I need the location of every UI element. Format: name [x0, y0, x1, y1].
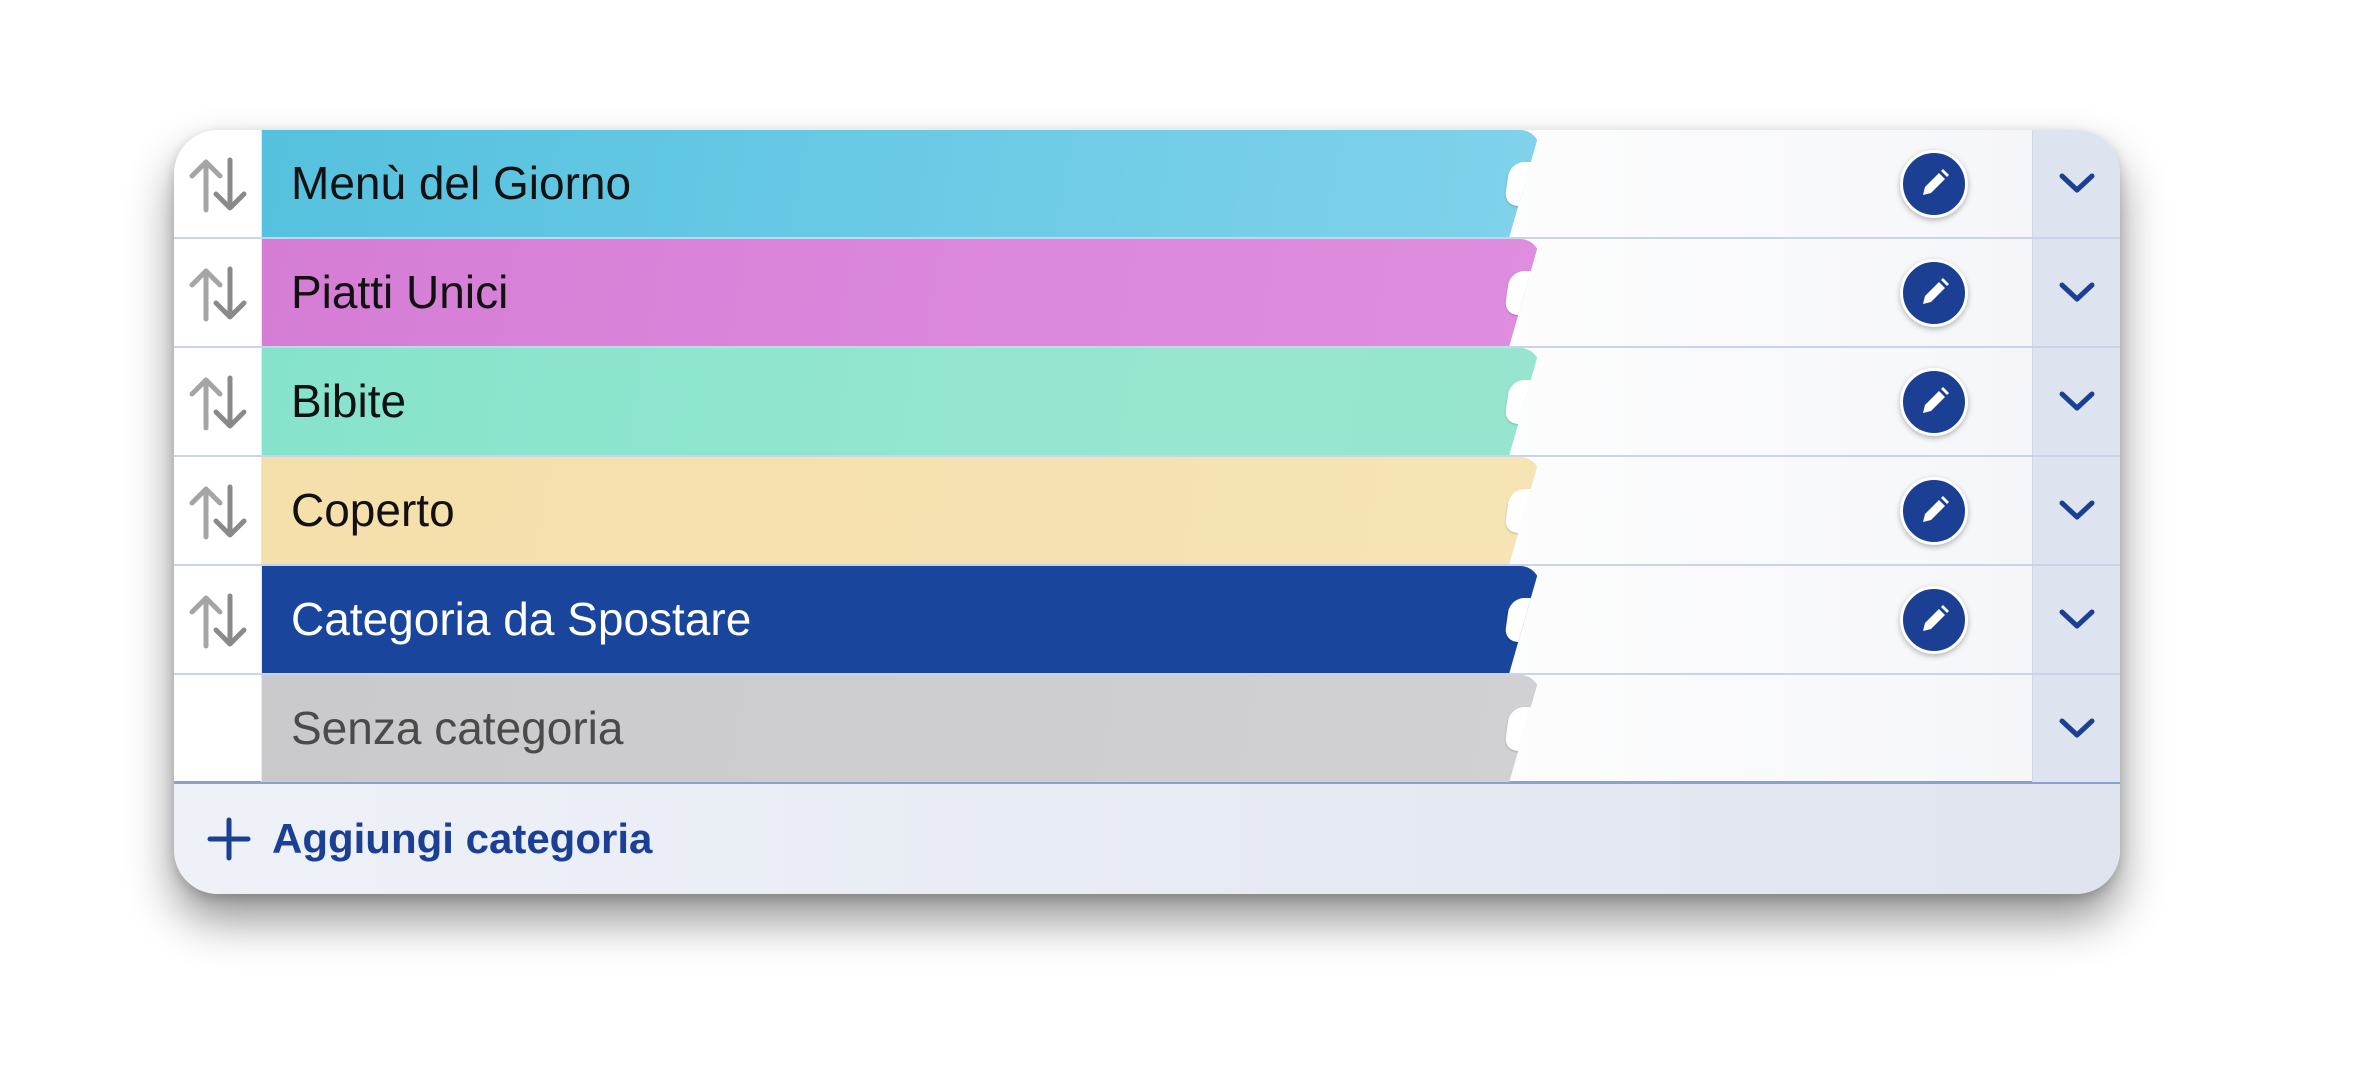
- chevron-down-icon: [2059, 391, 2095, 411]
- category-row: Categoria da Spostare 2: [174, 566, 2120, 675]
- drag-handle[interactable]: [174, 130, 262, 237]
- expand-category-button[interactable]: [2032, 457, 2120, 564]
- category-name: Menù del Giorno: [291, 157, 632, 209]
- expand-category-button[interactable]: [2032, 130, 2120, 237]
- add-category-label: Aggiungi categoria: [272, 815, 653, 862]
- item-count-badge: 2: [1503, 598, 1540, 642]
- item-count-badge: 3: [1503, 162, 1540, 206]
- item-count-badge: 4: [1503, 380, 1540, 424]
- category-band-coperto[interactable]: Coperto 2: [262, 457, 1540, 564]
- pencil-icon: [1923, 278, 1949, 304]
- category-row: Menù del Giorno 3: [174, 130, 2120, 239]
- add-category-button[interactable]: Aggiungi categoria: [206, 784, 652, 894]
- chevron-down-icon: [2059, 282, 2095, 302]
- drag-handle[interactable]: [174, 348, 262, 455]
- sort-arrows-icon: [189, 157, 247, 213]
- category-name: Piatti Unici: [291, 266, 509, 318]
- edit-category-button[interactable]: [1900, 259, 1968, 327]
- category-list-footer: Aggiungi categoria: [174, 784, 2120, 894]
- expand-category-button[interactable]: [2032, 239, 2120, 346]
- edit-category-button[interactable]: [1900, 368, 1968, 436]
- category-name: Categoria da Spostare: [291, 593, 752, 645]
- sort-arrows-icon: [189, 484, 247, 540]
- expand-category-button[interactable]: [2032, 675, 2120, 782]
- category-band-senza-categoria[interactable]: Senza categoria 2: [262, 675, 1540, 782]
- drag-handle-placeholder: [174, 675, 262, 782]
- item-count-badge: 3: [1503, 271, 1540, 315]
- category-row: Coperto 2: [174, 457, 2120, 566]
- sort-arrows-icon: [189, 375, 247, 431]
- edit-category-button[interactable]: [1900, 586, 1968, 654]
- sort-arrows-icon: [189, 593, 247, 649]
- pencil-icon: [1923, 387, 1949, 413]
- edit-category-button[interactable]: [1900, 150, 1968, 218]
- category-name: Coperto: [291, 484, 455, 536]
- category-name: Bibite: [291, 375, 407, 427]
- category-row: Piatti Unici 3: [174, 239, 2120, 348]
- chevron-down-icon: [2059, 718, 2095, 738]
- pencil-icon: [1923, 169, 1949, 195]
- category-row: Bibite 4: [174, 348, 2120, 457]
- drag-handle[interactable]: [174, 239, 262, 346]
- drag-handle[interactable]: [174, 457, 262, 564]
- sort-arrows-icon: [189, 266, 247, 322]
- pencil-icon: [1923, 605, 1949, 631]
- category-band-bibite[interactable]: Bibite 4: [262, 348, 1540, 455]
- category-band-menu-del-giorno[interactable]: Menù del Giorno 3: [262, 130, 1540, 237]
- category-band-categoria-da-spostare[interactable]: Categoria da Spostare 2: [262, 566, 1540, 673]
- chevron-down-icon: [2059, 500, 2095, 520]
- pencil-icon: [1923, 496, 1949, 522]
- expand-category-button[interactable]: [2032, 348, 2120, 455]
- item-count-badge: 2: [1503, 707, 1540, 751]
- category-name: Senza categoria: [291, 702, 624, 754]
- chevron-down-icon: [2059, 609, 2095, 629]
- category-list-card: Menù del Giorno 3 Piatti Unici 3 Bibite …: [174, 130, 2120, 894]
- chevron-down-icon: [2059, 173, 2095, 193]
- item-count-badge: 2: [1503, 489, 1540, 533]
- drag-handle[interactable]: [174, 566, 262, 673]
- category-band-piatti-unici[interactable]: Piatti Unici 3: [262, 239, 1540, 346]
- expand-category-button[interactable]: [2032, 566, 2120, 673]
- category-row-uncategorized: Senza categoria 2: [174, 675, 2120, 784]
- plus-icon: [207, 817, 251, 861]
- edit-category-button[interactable]: [1900, 477, 1968, 545]
